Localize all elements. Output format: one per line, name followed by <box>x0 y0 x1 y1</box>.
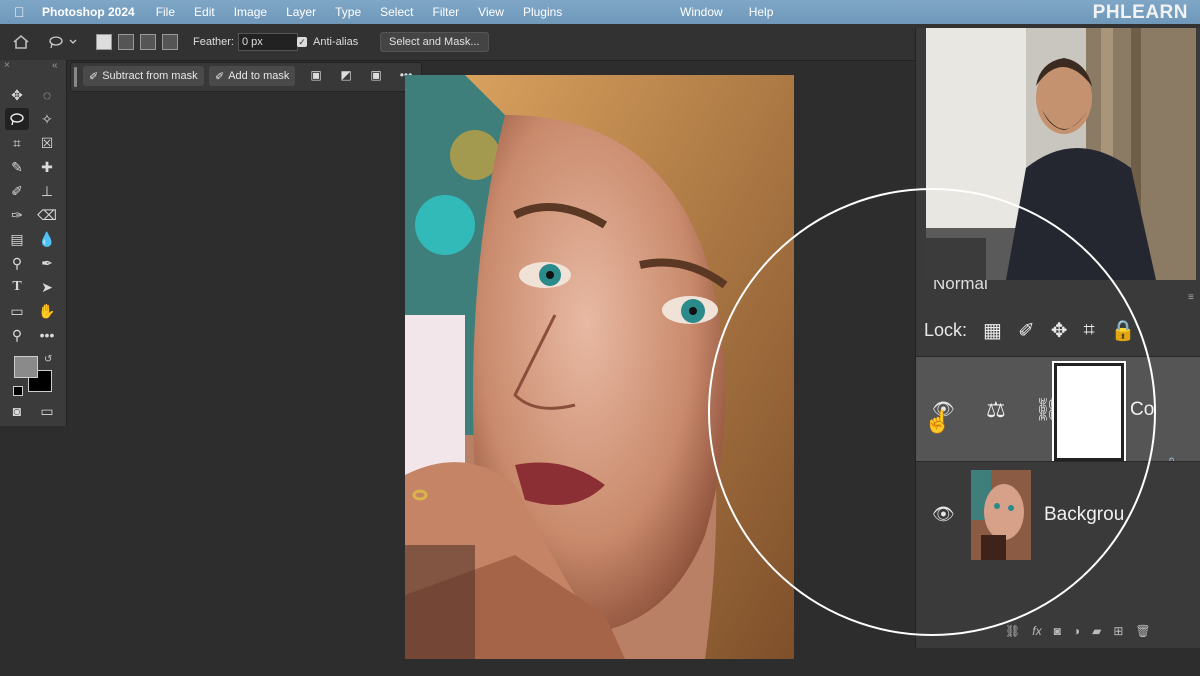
feather-label: Feather: <box>193 36 234 48</box>
foreground-color-swatch[interactable] <box>14 356 38 378</box>
tools-panel: × « ✥ ◌ ✧ ⌗ ☒ ✎ ✚ ✐ ⊥ ✑ ⌫ ▤ 💧 ⚲ ✒ T ➤ ▭ … <box>0 60 67 426</box>
macos-menubar:  Photoshop 2024 File Edit Image Layer T… <box>0 0 1200 24</box>
new-layer-icon[interactable]: ⊞ <box>1113 624 1123 638</box>
subtract-selection-icon[interactable] <box>140 34 156 50</box>
swap-colors-icon[interactable]: ↺ <box>44 354 52 365</box>
subtract-from-mask-label: Subtract from mask <box>102 70 198 82</box>
canvas-photo[interactable] <box>405 75 794 659</box>
history-brush-icon[interactable]: ✑ <box>5 204 29 226</box>
layer-color-balance[interactable]: 👁 ☝ ⚖ ⛓ Co 🔒 <box>916 356 1200 467</box>
eyedropper-icon[interactable]: ✎ <box>5 156 29 178</box>
adjustment-layer-icon[interactable]: ◑ <box>1073 624 1080 638</box>
menu-file[interactable]: File <box>156 5 175 19</box>
lasso-preset-icon[interactable] <box>48 32 78 52</box>
add-selection-icon[interactable] <box>118 34 134 50</box>
path-selection-icon[interactable]: ➤ <box>35 276 59 298</box>
menu-view[interactable]: View <box>478 5 504 19</box>
crop-tool-icon[interactable]: ⌗ <box>5 132 29 154</box>
stamp-tool-icon[interactable]: ⊥ <box>35 180 59 202</box>
add-mask-icon[interactable]: ◙ <box>1054 624 1061 638</box>
add-to-mask-label: Add to mask <box>228 70 290 82</box>
menu-select[interactable]: Select <box>380 5 413 19</box>
pen-tool-icon[interactable]: ✒ <box>35 252 59 274</box>
delete-layer-icon[interactable]: 🗑 <box>1135 624 1150 638</box>
contextual-task-bar: ✐ Subtract from mask ✐ Add to mask ▣ ◩ ▣… <box>70 62 422 92</box>
add-to-mask-button[interactable]: ✐ Add to mask <box>209 66 296 86</box>
move-tool-icon[interactable]: ✥ <box>5 84 29 106</box>
zoom-tool-icon[interactable]: ⚲ <box>5 324 29 346</box>
menu-image[interactable]: Image <box>234 5 267 19</box>
new-selection-icon[interactable] <box>96 34 112 50</box>
hand-cursor-icon: ☝ <box>924 409 952 434</box>
lock-artboard-icon[interactable]: ⌗ <box>1083 319 1094 342</box>
menu-filter[interactable]: Filter <box>432 5 459 19</box>
color-balance-icon: ⚖ <box>986 397 1006 422</box>
link-layers-icon[interactable]: ⛓ <box>1005 624 1020 638</box>
more-tools-icon[interactable]: ••• <box>35 324 59 346</box>
lock-all-icon[interactable]: 🔒 <box>1111 318 1136 343</box>
layer-name[interactable]: Backgrou <box>1044 504 1124 526</box>
lasso-tool-icon[interactable] <box>5 108 29 130</box>
new-group-icon[interactable]: ▰ <box>1092 624 1101 638</box>
marquee-tool-icon[interactable]: ◌ <box>35 84 59 106</box>
layer-background[interactable]: 👁 Backgrou <box>916 461 1200 568</box>
blur-tool-icon[interactable]: 💧 <box>35 228 59 250</box>
home-icon[interactable] <box>12 32 30 52</box>
app-name-menu[interactable]: Photoshop 2024 <box>42 5 135 19</box>
lock-label: Lock: <box>924 320 968 340</box>
brush-tool-icon[interactable]: ✐ <box>5 180 29 202</box>
mask-options-icon[interactable]: ▣ <box>307 68 325 84</box>
layer-thumbnail[interactable] <box>971 470 1031 560</box>
lock-transparency-icon[interactable]: ▦ <box>983 318 1002 343</box>
menu-help[interactable]: Help <box>749 5 774 19</box>
dodge-tool-icon[interactable]: ⚲ <box>5 252 29 274</box>
mask-settings-icon[interactable]: ▣ <box>367 68 385 84</box>
anti-alias-checkbox[interactable]: ✓ <box>297 37 307 47</box>
healing-brush-icon[interactable]: ✚ <box>35 156 59 178</box>
lock-position-icon[interactable]: ✥ <box>1051 318 1068 343</box>
presenter-webcam <box>926 28 1196 280</box>
brush-plus-icon: ✐ <box>215 70 225 83</box>
invert-mask-icon[interactable]: ◩ <box>337 68 355 84</box>
intersect-selection-icon[interactable] <box>162 34 178 50</box>
anti-alias-label: Anti-alias <box>313 36 359 48</box>
select-and-mask-button[interactable]: Select and Mask... <box>380 32 489 52</box>
layers-panel-footer: ⛓ fx ◙ ◑ ▰ ⊞ 🗑 <box>1005 624 1163 638</box>
menu-plugins[interactable]: Plugins <box>523 5 562 19</box>
gradient-tool-icon[interactable]: ▤ <box>5 228 29 250</box>
rectangle-tool-icon[interactable]: ▭ <box>5 300 29 322</box>
feather-input[interactable] <box>237 33 298 51</box>
close-icon[interactable]: × <box>4 60 10 71</box>
subtract-from-mask-button[interactable]: ✐ Subtract from mask <box>83 66 204 86</box>
menu-edit[interactable]: Edit <box>194 5 215 19</box>
layer-name[interactable]: Co <box>1130 399 1154 421</box>
screen-mode-icon[interactable]: ▭ <box>35 400 59 422</box>
collapse-icon[interactable]: « <box>52 60 58 71</box>
magic-wand-icon[interactable]: ✧ <box>35 108 59 130</box>
drag-handle[interactable] <box>74 67 77 87</box>
visibility-eye-icon[interactable]: 👁 <box>932 504 955 525</box>
frame-tool-icon[interactable]: ☒ <box>35 132 59 154</box>
brush-minus-icon: ✐ <box>89 70 99 83</box>
menu-window[interactable]: Window <box>680 5 723 19</box>
type-tool-icon[interactable]: T <box>5 276 29 298</box>
brand-logo: PHLEARN <box>1092 2 1188 23</box>
default-colors-icon[interactable] <box>13 386 23 396</box>
apple-icon[interactable]:  <box>14 4 28 20</box>
lock-row: Lock: ▦ ✐ ✥ ⌗ 🔒 <box>924 318 1136 343</box>
eraser-icon[interactable]: ⌫ <box>35 204 59 226</box>
hand-tool-icon[interactable]: ✋ <box>35 300 59 322</box>
menu-type[interactable]: Type <box>335 5 361 19</box>
lock-pixels-icon[interactable]: ✐ <box>1018 318 1035 343</box>
menu-layer[interactable]: Layer <box>286 5 316 19</box>
layer-mask-thumbnail[interactable] <box>1054 363 1124 461</box>
quick-mask-icon[interactable]: ◙ <box>5 400 29 422</box>
panel-menu-icon[interactable]: ≡ <box>1188 292 1194 303</box>
fx-icon[interactable]: fx <box>1032 624 1041 638</box>
